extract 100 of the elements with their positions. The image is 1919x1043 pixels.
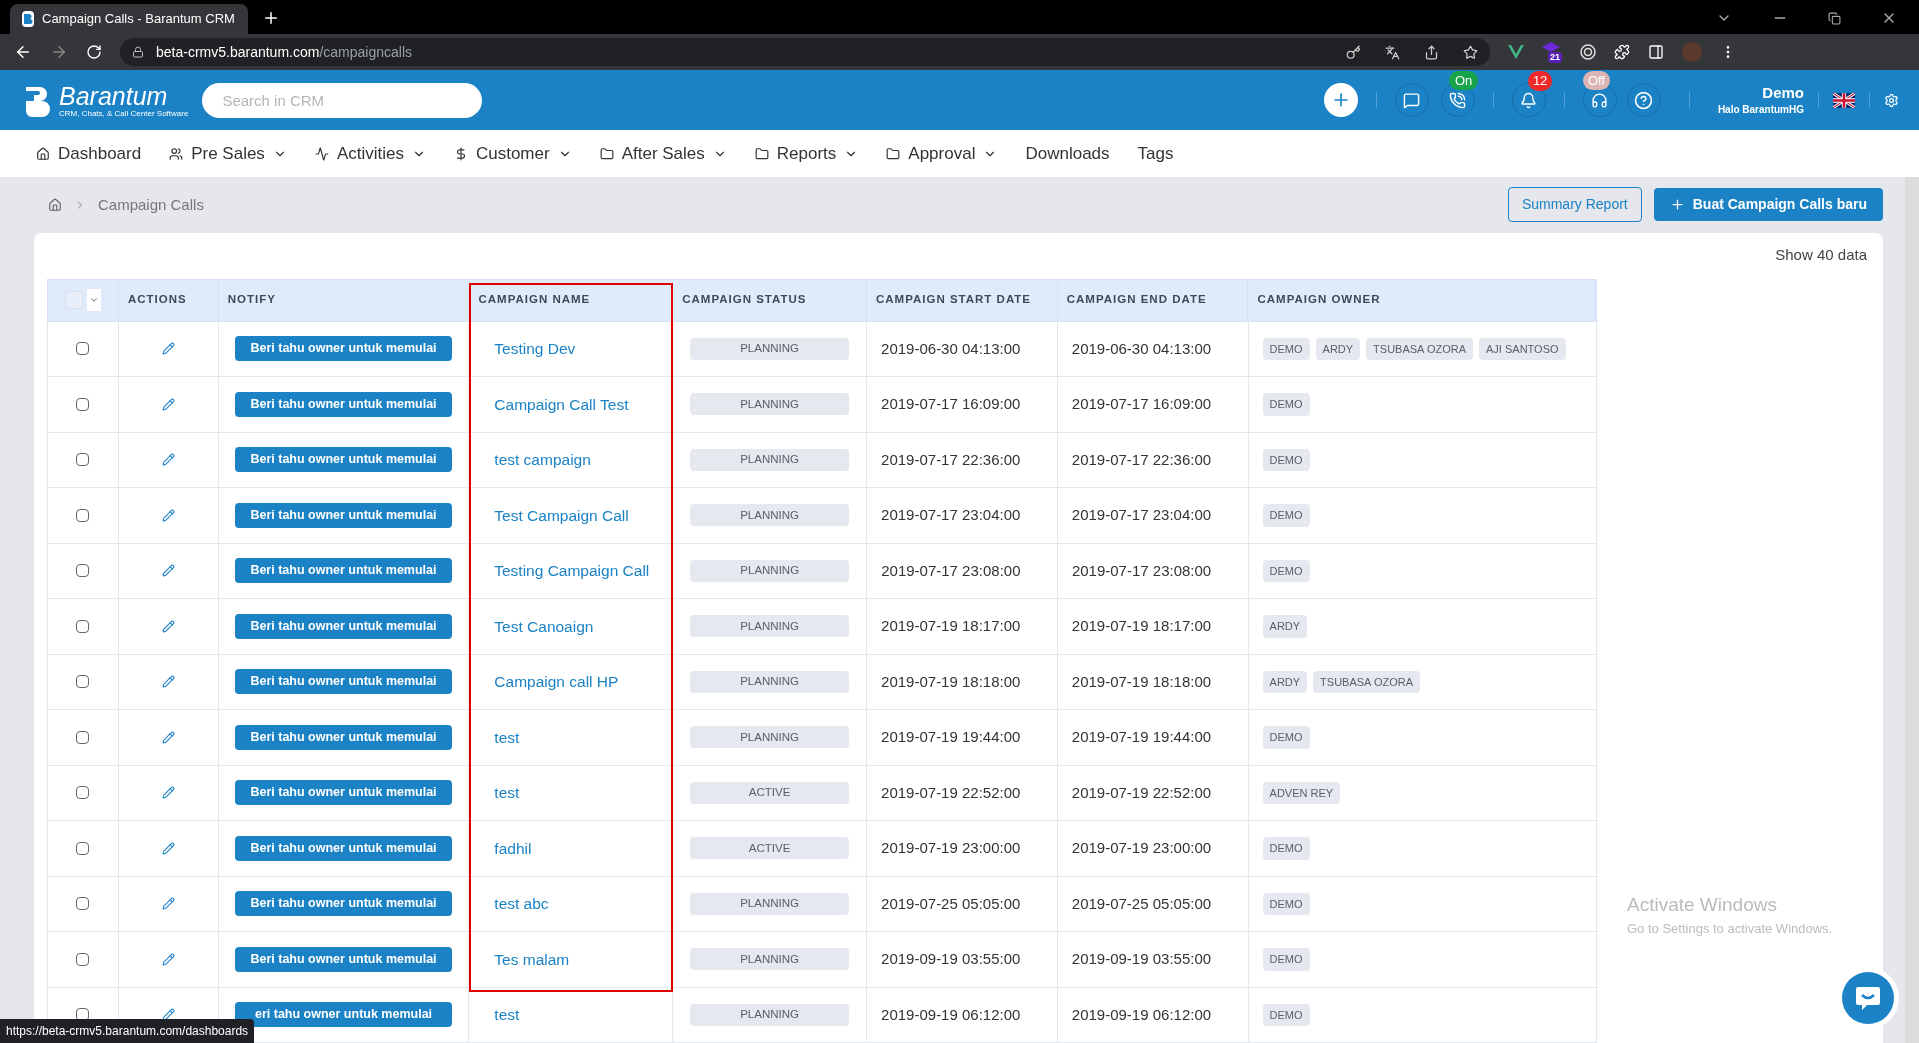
campaign-name-link[interactable]: Campaign call HP — [494, 670, 619, 694]
notify-owner-button[interactable]: Beri tahu owner untuk memulai — [235, 946, 453, 972]
column-header: CAMPAIGN STATUS — [673, 279, 867, 321]
search-field[interactable]: Search in CRM — [202, 82, 483, 118]
notify-owner-button[interactable]: Beri tahu owner untuk memulai — [235, 613, 453, 639]
campaign-name-link[interactable]: fadhil — [494, 836, 532, 860]
notifications-button[interactable]: 12 — [1511, 70, 1552, 130]
nav-menu-item[interactable]: Customer — [453, 140, 572, 167]
end-date: 2019-07-19 18:18:00 — [1071, 671, 1212, 692]
notify-owner-button[interactable]: Beri tahu owner untuk memulai — [235, 724, 453, 750]
start-date: 2019-07-19 23:00:00 — [881, 838, 1021, 858]
notify-owner-button[interactable]: Beri tahu owner untuk memulai — [234, 558, 452, 584]
start-date: 2019-07-19 19:44:00 — [881, 727, 1021, 747]
start-date: 2019-07-25 05:05:00 — [881, 893, 1021, 914]
status-badge: PLANNING — [690, 559, 850, 582]
notify-owner-button[interactable]: Beri tahu owner untuk memulai — [235, 780, 453, 806]
owner-tag: DEMO — [1262, 892, 1310, 915]
restore-icon[interactable] — [1828, 11, 1841, 25]
row-checkbox[interactable] — [76, 342, 90, 356]
notify-owner-button[interactable]: Beri tahu owner untuk memulai — [235, 835, 453, 861]
row-checkbox[interactable] — [76, 897, 90, 911]
column-header: CAMPAIGN END DATE — [1057, 279, 1249, 321]
share-icon[interactable] — [1424, 44, 1439, 60]
campaign-name-link[interactable]: Test Canoaign — [494, 614, 594, 638]
campaign-name-link[interactable]: test abc — [494, 892, 549, 916]
side-panel-icon[interactable] — [1648, 44, 1664, 60]
campaign-name-link[interactable]: test campaign — [494, 448, 591, 472]
column-header: CAMPAIGN START DATE — [866, 279, 1058, 321]
chat-widget-button[interactable] — [1842, 972, 1894, 1024]
user-name[interactable]: Demo — [1762, 83, 1804, 102]
owner-tag: DEMO — [1262, 837, 1310, 860]
notify-owner-button[interactable]: Beri tahu owner untuk memulai — [235, 447, 453, 473]
notify-owner-button[interactable]: Beri tahu owner untuk memulai — [235, 669, 453, 695]
owner-tag: DEMO — [1262, 448, 1310, 471]
row-checkbox[interactable] — [76, 675, 90, 689]
campaign-name-link[interactable]: Testing Campaign Call — [494, 559, 650, 583]
campaign-name-link[interactable]: Test Campaign Call — [494, 503, 629, 527]
extensions-icon[interactable] — [1614, 44, 1630, 60]
phone-button[interactable]: On — [1440, 70, 1487, 130]
owner-tag: AJI SANTOSO — [1479, 337, 1566, 360]
activation-notice-title: Activate Windows — [1627, 892, 1778, 917]
back-icon[interactable] — [14, 43, 32, 61]
row-checkbox[interactable] — [76, 841, 90, 855]
row-checkbox[interactable] — [76, 453, 90, 467]
summary-report-button[interactable]: Summary Report — [1507, 187, 1642, 223]
owner-tag: TSUBASA OZORA — [1366, 337, 1474, 360]
owner-tag: DEMO — [1262, 393, 1310, 416]
notify-owner-button[interactable]: Beri tahu owner untuk memulai — [235, 891, 453, 917]
forward-icon[interactable] — [50, 43, 68, 61]
translate-icon[interactable] — [1385, 44, 1400, 60]
campaign-name-link[interactable]: Tes malam — [494, 947, 570, 971]
column-header: CAMPAIGN OWNER — [1248, 279, 1596, 321]
nav-menu-item[interactable]: Tags — [1137, 140, 1174, 167]
nav-menu-item[interactable]: Downloads — [1025, 140, 1110, 167]
status-badge: ACTIVE — [690, 781, 850, 804]
row-checkbox[interactable] — [76, 397, 90, 411]
scrollbar[interactable] — [1905, 177, 1919, 1043]
campaign-name-link[interactable]: test — [494, 1003, 520, 1027]
nav-menu-item[interactable]: Reports — [754, 140, 859, 167]
status-badge: PLANNING — [690, 948, 850, 971]
campaign-name-link[interactable]: Campaign Call Test — [494, 392, 629, 416]
campaign-name-link[interactable]: test — [494, 781, 520, 805]
nav-menu-item[interactable]: After Sales — [599, 140, 727, 167]
new-tab-icon[interactable] — [262, 9, 280, 27]
bookmark-star-icon[interactable] — [1463, 44, 1478, 60]
edit-icon[interactable] — [161, 1008, 175, 1022]
row-checkbox[interactable] — [76, 564, 90, 578]
row-checkbox[interactable] — [76, 619, 90, 633]
campaign-name-link[interactable]: Testing Dev — [494, 337, 576, 361]
owner-tag: DEMO — [1262, 504, 1310, 527]
nav-menu-item[interactable]: Activities — [314, 140, 426, 167]
nav-menu-item[interactable]: Pre Sales — [169, 140, 287, 167]
end-date: 2019-09-19 03:55:00 — [1071, 949, 1212, 969]
vue-extension-icon[interactable] — [1508, 45, 1524, 59]
campaign-name-link[interactable]: test — [494, 725, 520, 749]
key-icon[interactable] — [1346, 44, 1361, 60]
status-badge: PLANNING — [690, 393, 850, 416]
notify-owner-button[interactable]: Beri tahu owner untuk memulai — [235, 336, 453, 362]
row-checkbox[interactable] — [76, 730, 90, 744]
reload-icon[interactable] — [86, 44, 102, 60]
create-campaign-button[interactable]: Buat Campaign Calls baru — [1653, 188, 1883, 222]
settings-icon[interactable] — [1884, 92, 1899, 108]
address-field[interactable]: beta-crmv5.barantum.com/campaigncalls — [120, 38, 1490, 66]
nav-menu-item[interactable]: Dashboard — [36, 140, 142, 167]
flag-icon[interactable] — [1833, 92, 1855, 108]
browser-tab[interactable]: Campaign Calls - Barantum CRM — [10, 4, 248, 34]
end-date: 2019-07-19 19:44:00 — [1071, 727, 1212, 747]
owner-tag: ARDY — [1262, 670, 1308, 693]
target-icon[interactable] — [1580, 44, 1596, 60]
favicon-icon — [22, 11, 34, 27]
nav-menu-item[interactable]: Approval — [886, 140, 998, 167]
add-button[interactable] — [1323, 83, 1358, 117]
row-checkbox[interactable] — [76, 952, 90, 966]
home-icon[interactable] — [48, 197, 62, 212]
logo-text: Barantum — [59, 82, 169, 109]
row-checkbox[interactable] — [76, 786, 90, 800]
row-checkbox[interactable] — [76, 508, 90, 522]
notify-owner-button[interactable]: Beri tahu owner untuk memulai — [235, 502, 453, 528]
start-date: 2019-07-17 23:04:00 — [881, 505, 1021, 525]
notify-owner-button[interactable]: Beri tahu owner untuk memulai — [235, 391, 453, 417]
